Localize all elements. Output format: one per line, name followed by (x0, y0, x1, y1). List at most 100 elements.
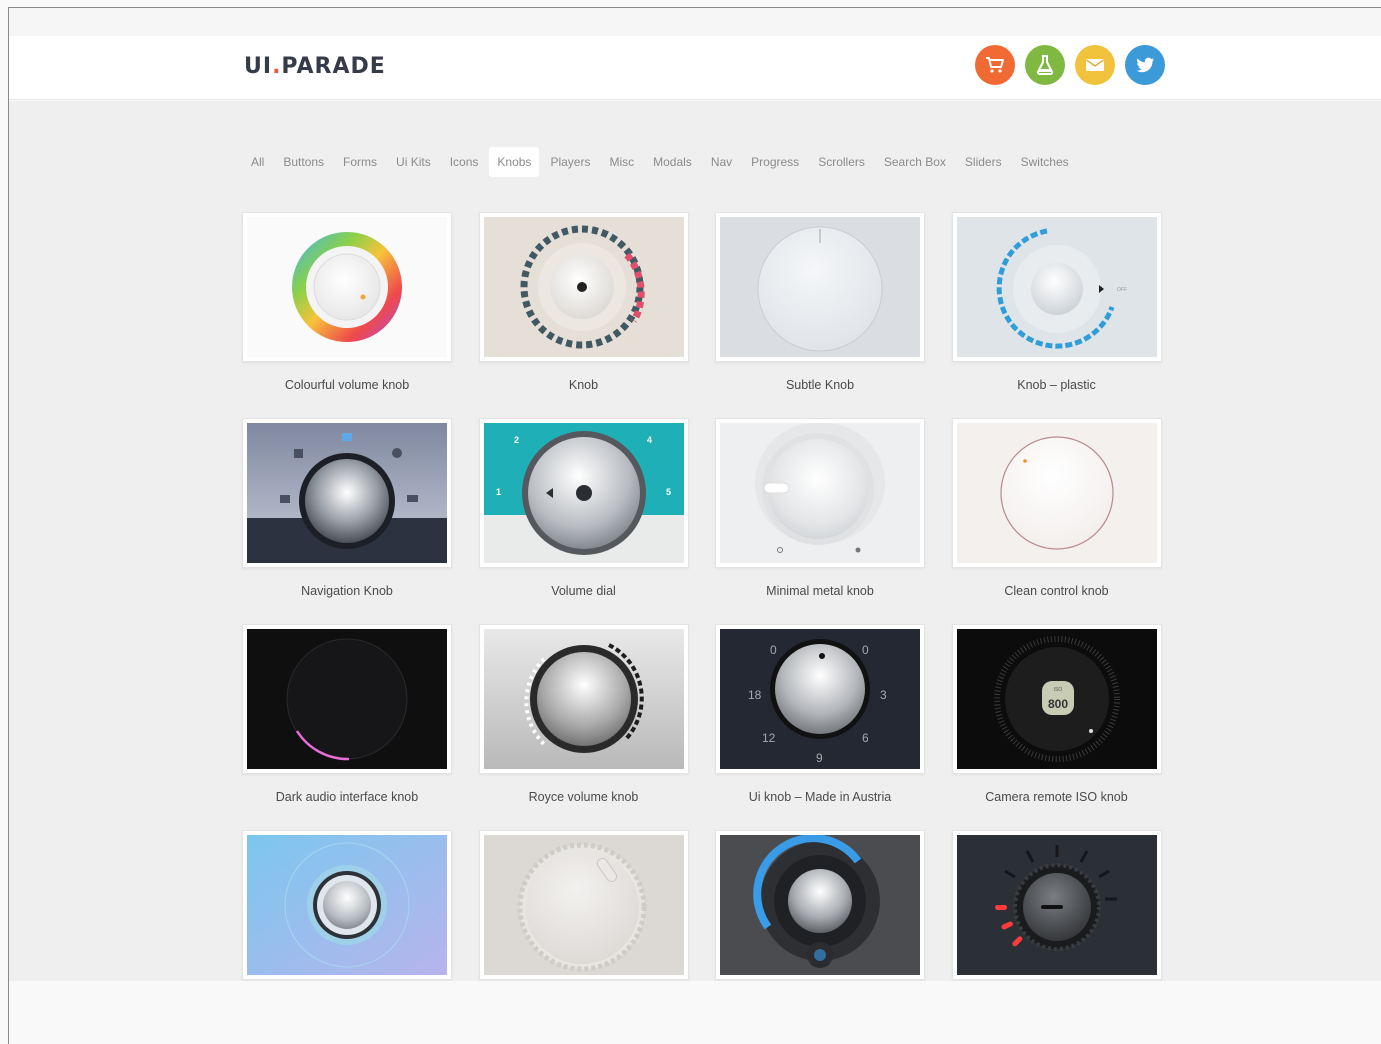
card-thumbnail[interactable] (715, 418, 925, 568)
mail-icon (1086, 59, 1104, 71)
gallery-card[interactable]: 2 4 1 5 Volume dial (478, 418, 689, 624)
cart-button[interactable] (975, 45, 1015, 85)
volume-dial-preview: 2 4 1 5 (483, 423, 684, 563)
iso-label: ISO (1053, 687, 1062, 693)
card-title[interactable]: Knob – plastic (952, 378, 1162, 398)
dial-mark: 2 (514, 435, 519, 445)
nav-item-scrollers[interactable]: Scrollers (810, 147, 873, 177)
dial-mark: 12 (762, 731, 776, 745)
nav-item-buttons[interactable]: Buttons (275, 147, 332, 177)
card-thumbnail[interactable] (478, 830, 689, 980)
card-thumbnail[interactable]: OFF (951, 212, 1162, 362)
gallery-card[interactable]: Knob (478, 212, 689, 418)
dial-mark: 5 (666, 487, 671, 497)
cart-icon (986, 57, 1004, 73)
knob-gallery: Colourful volume knob Knob Subtle Knob O… (242, 212, 1162, 1036)
card-thumbnail[interactable] (478, 212, 689, 362)
card-title[interactable]: Subtle Knob (715, 378, 925, 398)
card-thumbnail[interactable] (715, 830, 925, 980)
red-led-knob-preview (956, 835, 1157, 975)
nav-item-all[interactable]: All (243, 147, 272, 177)
card-title[interactable]: Minimal metal knob (715, 584, 925, 604)
nav-item-sliders[interactable]: Sliders (957, 147, 1010, 177)
dark-audio-knob-preview (247, 629, 447, 769)
nav-item-switches[interactable]: Switches (1013, 147, 1077, 177)
flask-icon (1036, 55, 1054, 75)
nav-item-knobs[interactable]: Knobs (489, 147, 540, 177)
blue-arc-knob-preview (720, 835, 920, 975)
dial-mark: 0 (770, 643, 777, 657)
gallery-card[interactable]: Subtle Knob (715, 212, 925, 418)
card-title[interactable]: Ui knob – Made in Austria (715, 790, 925, 810)
logo-text-ui: UI (244, 54, 273, 79)
page-footer-area (9, 981, 1381, 1044)
nav-item-search-box[interactable]: Search Box (876, 147, 954, 177)
card-thumbnail[interactable] (715, 212, 925, 362)
card-thumbnail[interactable] (242, 212, 452, 362)
dial-mark: 9 (816, 751, 823, 765)
card-thumbnail[interactable]: ISO 800 (951, 624, 1162, 774)
card-thumbnail[interactable] (242, 830, 452, 980)
twitter-button[interactable] (1125, 45, 1165, 85)
austria-knob-preview: 0 0 18 3 12 6 9 (720, 629, 920, 769)
gallery-card[interactable]: 0 0 18 3 12 6 9 Ui knob – Made in Austri… (715, 624, 925, 830)
card-thumbnail[interactable] (478, 624, 689, 774)
nav-item-progress[interactable]: Progress (743, 147, 807, 177)
blue-metal-knob-preview (247, 835, 447, 975)
knob-preview (483, 217, 684, 357)
card-thumbnail[interactable]: 0 0 18 3 12 6 9 (715, 624, 925, 774)
gallery-card[interactable]: Dark audio interface knob (242, 624, 452, 830)
iso-knob-preview: ISO 800 (956, 629, 1157, 769)
nav-item-nav[interactable]: Nav (703, 147, 740, 177)
navigation-knob-preview (247, 423, 447, 563)
minimal-metal-knob-preview (720, 423, 920, 563)
card-title[interactable]: Navigation Knob (242, 584, 452, 604)
lab-button[interactable] (1025, 45, 1065, 85)
card-title[interactable]: Camera remote ISO knob (952, 790, 1162, 810)
serrated-knob-preview (483, 835, 684, 975)
top-strip (9, 8, 1381, 36)
card-thumbnail[interactable]: 2 4 1 5 (478, 418, 689, 568)
gallery-card[interactable]: Clean control knob (951, 418, 1162, 624)
card-thumbnail[interactable] (242, 418, 452, 568)
site-header: UI.PARADE (9, 36, 1381, 100)
card-title[interactable]: Knob (479, 378, 689, 398)
dial-mark: 1 (496, 487, 501, 497)
card-thumbnail[interactable] (242, 624, 452, 774)
nav-item-players[interactable]: Players (542, 147, 598, 177)
plastic-knob-preview: OFF (956, 217, 1157, 357)
nav-item-modals[interactable]: Modals (645, 147, 700, 177)
subtle-knob-preview (720, 217, 920, 357)
card-title[interactable]: Clean control knob (952, 584, 1162, 604)
gallery-card[interactable]: Navigation Knob (242, 418, 452, 624)
gallery-card[interactable]: Minimal metal knob (715, 418, 925, 624)
dial-mark: 4 (647, 435, 652, 445)
card-thumbnail[interactable] (951, 830, 1162, 980)
card-thumbnail[interactable] (951, 418, 1162, 568)
colourful-knob-preview (247, 217, 447, 357)
nav-item-forms[interactable]: Forms (335, 147, 385, 177)
dial-mark: 6 (862, 731, 869, 745)
twitter-icon (1136, 57, 1154, 73)
nav-item-ui-kits[interactable]: Ui Kits (388, 147, 439, 177)
gallery-card[interactable]: ISO 800 Camera remote ISO knob (951, 624, 1162, 830)
iso-value: 800 (1047, 697, 1067, 711)
dial-mark: 18 (748, 688, 762, 702)
logo-text-parade: PARADE (281, 54, 386, 79)
card-title[interactable]: Volume dial (479, 584, 689, 604)
nav-item-misc[interactable]: Misc (601, 147, 642, 177)
nav-item-icons[interactable]: Icons (442, 147, 487, 177)
gallery-card[interactable]: Colourful volume knob (242, 212, 452, 418)
main-content: All Buttons Forms Ui Kits Icons Knobs Pl… (9, 101, 1381, 981)
dial-mark: 3 (880, 688, 887, 702)
gallery-card[interactable]: OFF Knob – plastic (951, 212, 1162, 418)
card-title[interactable]: Dark audio interface knob (242, 790, 452, 810)
card-title[interactable]: Colourful volume knob (242, 378, 452, 398)
mail-button[interactable] (1075, 45, 1115, 85)
card-title[interactable]: Royce volume knob (479, 790, 689, 810)
dial-mark: 0 (862, 643, 869, 657)
gallery-card[interactable]: Royce volume knob (478, 624, 689, 830)
site-logo[interactable]: UI.PARADE (244, 54, 386, 79)
royce-knob-preview (483, 629, 684, 769)
clean-control-knob-preview (956, 423, 1157, 563)
